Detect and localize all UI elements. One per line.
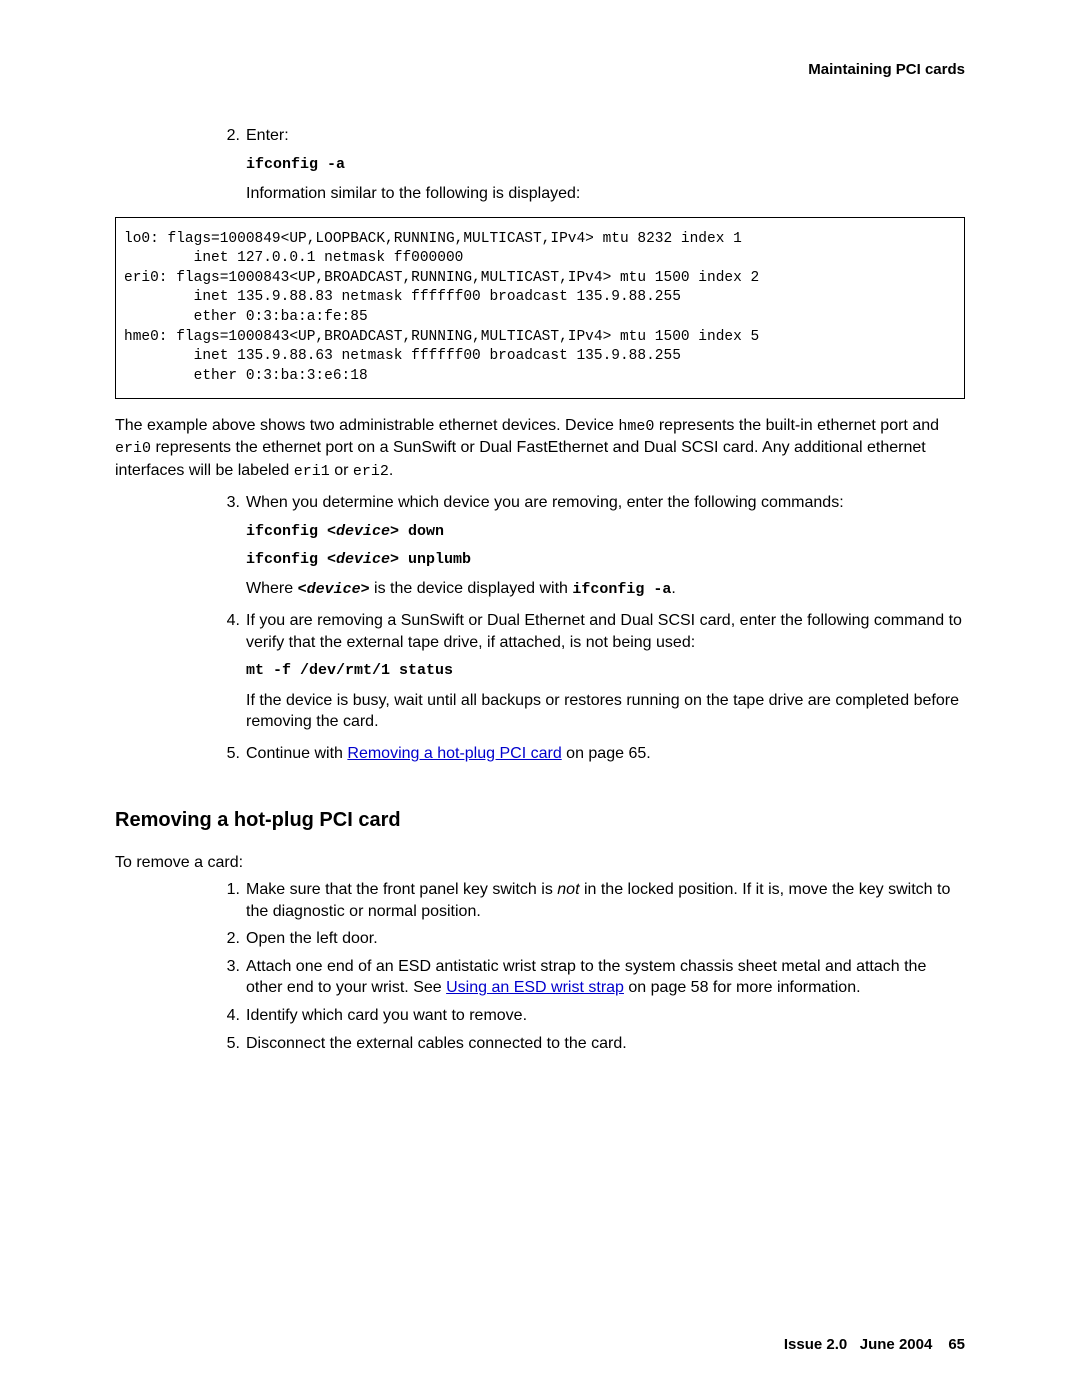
step-5-body: Continue with Removing a hot-plug PCI ca… [246, 743, 965, 765]
inline-code: eri0 [115, 440, 151, 457]
step-3-command-1: ifconfig <device> down [246, 522, 965, 542]
page: Maintaining PCI cards 2. Enter: ifconfig… [0, 0, 1080, 1397]
text-run: . [389, 462, 393, 479]
remove-step-1: 1. Make sure that the front panel key sw… [220, 879, 965, 922]
page-footer: Issue 2.0 June 2004 65 [784, 1335, 965, 1355]
text-run: or [330, 462, 353, 479]
inline-code: eri1 [294, 463, 330, 480]
step-2-command: ifconfig -a [246, 155, 965, 175]
step-5: 5. Continue with Removing a hot-plug PCI… [220, 743, 965, 765]
text-run: down [399, 523, 444, 540]
link-using-esd-wrist-strap[interactable]: Using an ESD wrist strap [446, 979, 624, 996]
command-placeholder: <device> [298, 581, 370, 598]
inline-code: hme0 [618, 418, 654, 435]
text-run: The example above shows two administrabl… [115, 417, 618, 434]
remove-step-4-body: Identify which card you want to remove. [246, 1005, 965, 1027]
remove-step-2-body: Open the left door. [246, 928, 965, 950]
text-run: represents the ethernet port on a SunSwi… [115, 439, 926, 478]
text-run: Where [246, 580, 298, 597]
step-number: 5. [220, 743, 240, 765]
emphasis: not [557, 881, 579, 898]
running-header: Maintaining PCI cards [115, 60, 965, 80]
step-3-where: Where <device> is the device displayed w… [246, 578, 965, 600]
step-number: 4. [220, 610, 240, 733]
step-4-lead: If you are removing a SunSwift or Dual E… [246, 610, 965, 653]
step-number: 5. [220, 1033, 240, 1055]
footer-issue: Issue 2.0 [784, 1336, 847, 1353]
step-2: 2. Enter: ifconfig -a Information simila… [220, 125, 965, 204]
step-2-explanation: The example above shows two administrabl… [115, 415, 965, 482]
step-number: 2. [220, 125, 240, 204]
step-4-command: mt -f /dev/rmt/1 status [246, 661, 965, 681]
step-number: 3. [220, 492, 240, 600]
remove-step-2: 2. Open the left door. [220, 928, 965, 950]
remove-step-1-body: Make sure that the front panel key switc… [246, 879, 965, 922]
remove-intro: To remove a card: [115, 852, 965, 874]
remove-step-4: 4. Identify which card you want to remov… [220, 1005, 965, 1027]
text-run: on page 65. [562, 745, 651, 762]
text-run: on page 58 for more information. [624, 979, 861, 996]
remove-step-5: 5. Disconnect the external cables connec… [220, 1033, 965, 1055]
step-number: 1. [220, 879, 240, 922]
text-run: represents the built-in ethernet port an… [654, 417, 939, 434]
step-4: 4. If you are removing a SunSwift or Dua… [220, 610, 965, 733]
step-3-command-2: ifconfig <device> unplumb [246, 550, 965, 570]
step-4-tail: If the device is busy, wait until all ba… [246, 690, 965, 733]
step-number: 2. [220, 928, 240, 950]
step-3-lead: When you determine which device you are … [246, 492, 965, 514]
text-run: Continue with [246, 745, 347, 762]
ifconfig-output-codebox: lo0: flags=1000849<UP,LOOPBACK,RUNNING,M… [115, 217, 965, 400]
step-number: 3. [220, 956, 240, 999]
inline-code: eri2 [353, 463, 389, 480]
text-run: unplumb [399, 551, 471, 568]
footer-page-number: 65 [948, 1336, 965, 1353]
remove-step-3-body: Attach one end of an ESD antistatic wris… [246, 956, 965, 999]
remove-step-3: 3. Attach one end of an ESD antistatic w… [220, 956, 965, 999]
step-number: 4. [220, 1005, 240, 1027]
section-heading-removing: Removing a hot-plug PCI card [115, 807, 965, 834]
step-2-followup: Information similar to the following is … [246, 183, 965, 205]
step-2-lead: Enter: [246, 125, 965, 147]
link-removing-hot-plug-pci-card[interactable]: Removing a hot-plug PCI card [347, 745, 561, 762]
inline-code: ifconfig -a [572, 581, 671, 598]
text-run: ifconfig [246, 523, 327, 540]
text-run: is the device displayed with [370, 580, 573, 597]
command-placeholder: <device> [327, 551, 399, 568]
footer-date: June 2004 [860, 1336, 933, 1353]
text-run: Make sure that the front panel key switc… [246, 881, 557, 898]
text-run: . [671, 580, 675, 597]
command-placeholder: <device> [327, 523, 399, 540]
remove-step-5-body: Disconnect the external cables connected… [246, 1033, 965, 1055]
step-3: 3. When you determine which device you a… [220, 492, 965, 600]
text-run: ifconfig [246, 551, 327, 568]
